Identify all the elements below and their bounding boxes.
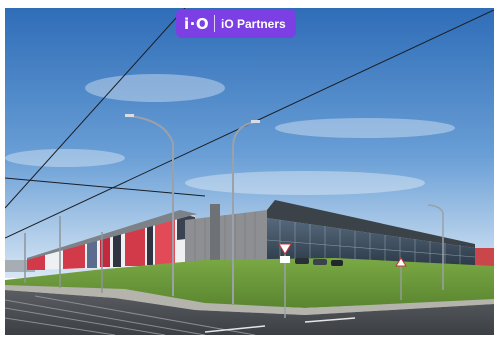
io-logo-icon: i·O — [184, 14, 210, 33]
brand-name: iO Partners — [221, 16, 286, 31]
industrial-building-photo — [5, 8, 494, 335]
street-lamp-head — [251, 120, 260, 123]
badge-divider — [214, 15, 215, 32]
distant-red-building — [473, 248, 494, 268]
brand-badge: i·O iO Partners — [176, 9, 296, 38]
street-lamp-head — [125, 114, 134, 117]
photo-frame — [5, 8, 494, 335]
staircase-tower — [210, 204, 220, 264]
